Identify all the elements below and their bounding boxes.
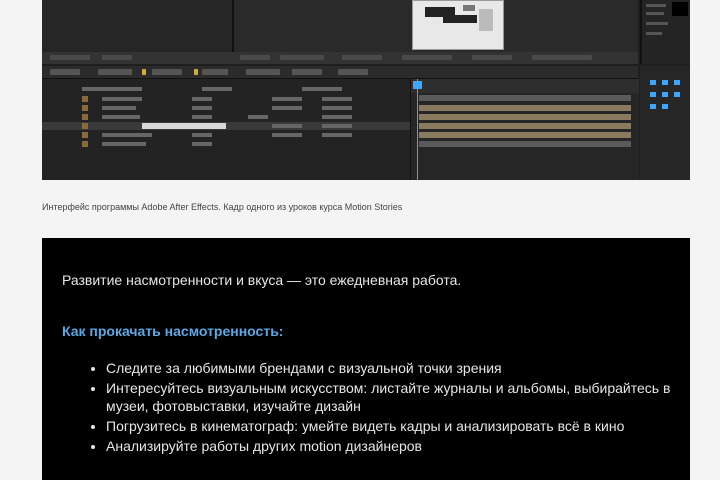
timeline-panel [410, 79, 639, 180]
layers-panel [42, 79, 410, 180]
layer-clip [419, 132, 631, 138]
info-panel [640, 0, 690, 64]
after-effects-screenshot [42, 0, 690, 180]
list-item: Погрузитесь в кинематограф: умейте видет… [106, 417, 686, 435]
quote-box: Развитие насмотренности и вкуса — это еж… [42, 238, 690, 480]
layer-clip [419, 123, 631, 129]
layer-clip [419, 141, 631, 147]
playhead [417, 79, 418, 180]
playhead-handle-icon [413, 81, 422, 89]
time-ruler [411, 79, 639, 93]
list-item: Интересуйтесь визуальным искусством: лис… [106, 379, 686, 415]
effects-panel [640, 66, 690, 180]
layer-clip [419, 114, 631, 120]
viewer-toolbar [42, 52, 638, 64]
section-heading: Как прокачать насмотренность: [62, 323, 284, 339]
layer-clip [419, 95, 631, 101]
list-item: Следите за любимыми брендами с визуально… [106, 359, 686, 377]
tips-list: Следите за любимыми брендами с визуально… [88, 359, 686, 457]
image-caption: Интерфейс программы Adobe After Effects.… [42, 202, 403, 212]
timeline-tabs [42, 66, 638, 79]
lead-text: Развитие насмотренности и вкуса — это еж… [62, 272, 462, 288]
layer-clip [419, 105, 631, 111]
list-item: Анализируйте работы других motion дизайн… [106, 437, 686, 455]
composition-frame [412, 0, 504, 50]
